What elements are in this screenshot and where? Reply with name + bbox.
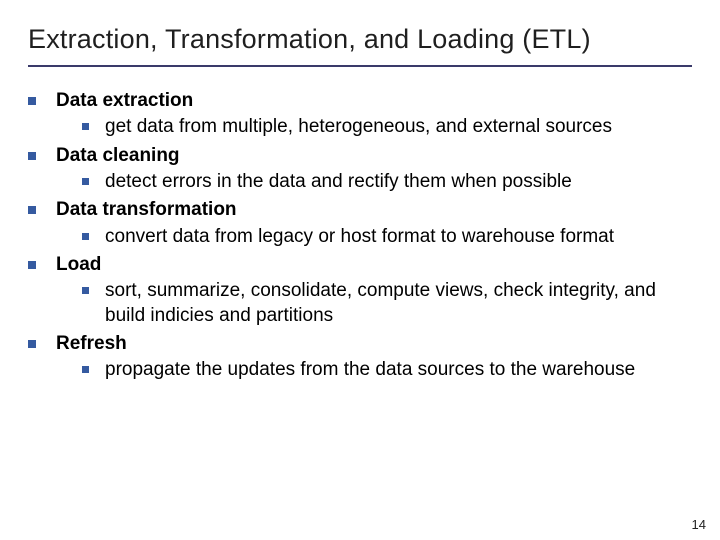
item-heading: Refresh: [56, 332, 692, 356]
item-heading: Data cleaning: [56, 144, 692, 168]
item-text: get data from multiple, heterogeneous, a…: [105, 115, 692, 139]
square-bullet-icon: [28, 340, 36, 348]
square-bullet-icon: [28, 152, 36, 160]
item-text: convert data from legacy or host format …: [105, 225, 692, 249]
square-bullet-icon: [82, 233, 89, 240]
list-subitem: propagate the updates from the data sour…: [82, 358, 692, 382]
item-heading: Load: [56, 253, 692, 277]
slide-title: Extraction, Transformation, and Loading …: [28, 24, 692, 67]
list-subitem: convert data from legacy or host format …: [82, 225, 692, 249]
item-heading: Data extraction: [56, 89, 692, 113]
slide: Extraction, Transformation, and Loading …: [0, 0, 720, 540]
square-bullet-icon: [28, 261, 36, 269]
square-bullet-icon: [82, 287, 89, 294]
list-item: Data transformation: [28, 198, 692, 222]
list-item: Refresh: [28, 332, 692, 356]
item-heading: Data transformation: [56, 198, 692, 222]
list-item: Data extraction: [28, 89, 692, 113]
square-bullet-icon: [82, 178, 89, 185]
list-item: Data cleaning: [28, 144, 692, 168]
page-number: 14: [692, 517, 706, 532]
item-text: detect errors in the data and rectify th…: [105, 170, 692, 194]
list-item: Load: [28, 253, 692, 277]
slide-content: Data extraction get data from multiple, …: [28, 89, 692, 382]
square-bullet-icon: [82, 366, 89, 373]
square-bullet-icon: [82, 123, 89, 130]
list-subitem: get data from multiple, heterogeneous, a…: [82, 115, 692, 139]
square-bullet-icon: [28, 206, 36, 214]
square-bullet-icon: [28, 97, 36, 105]
list-subitem: sort, summarize, consolidate, compute vi…: [82, 279, 692, 328]
item-text: sort, summarize, consolidate, compute vi…: [105, 279, 692, 328]
list-subitem: detect errors in the data and rectify th…: [82, 170, 692, 194]
item-text: propagate the updates from the data sour…: [105, 358, 692, 382]
